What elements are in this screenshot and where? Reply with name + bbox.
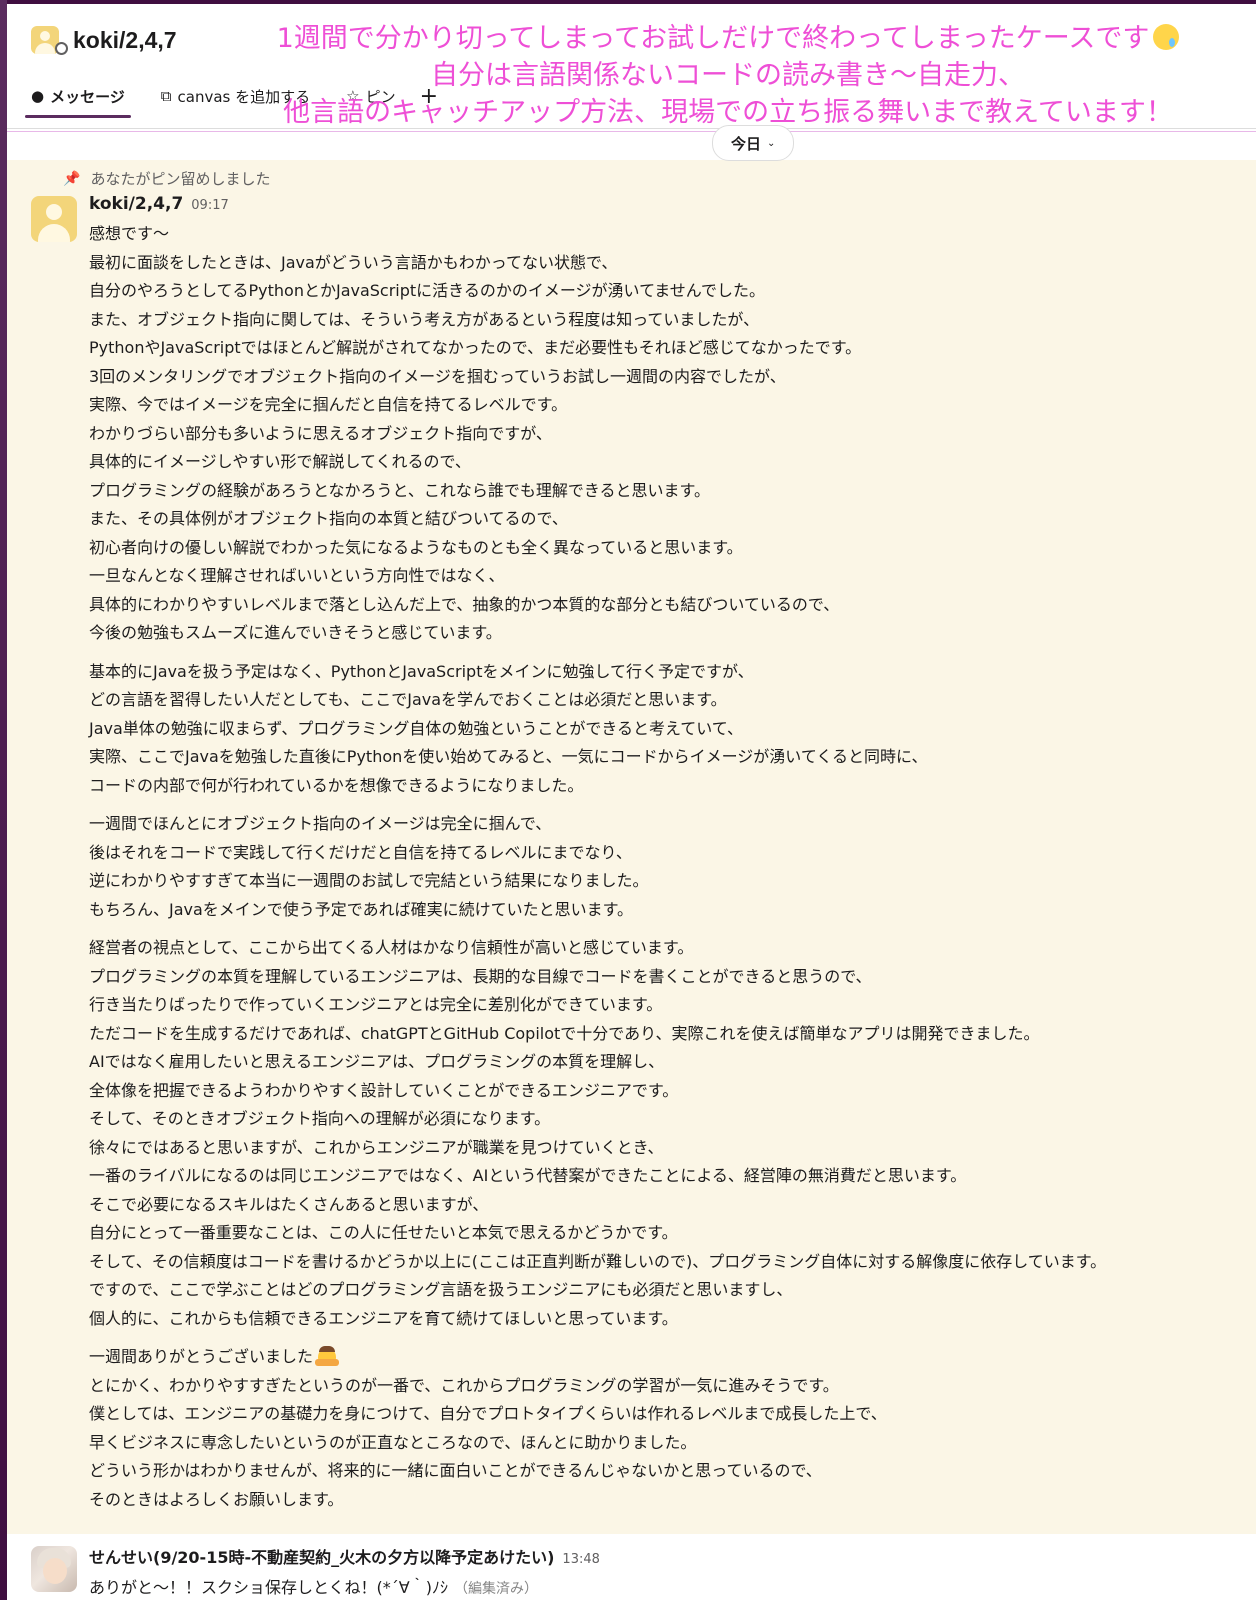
- message-line: 一週間ありがとうございました: [89, 1343, 1249, 1372]
- message-line: 後はそれをコードで実践して行くだけだと自信を持てるレベルにまでなり、: [89, 842, 632, 862]
- message-line: 具体的にわかりやすいレベルまで落とし込んだ上で、抽象的かつ本質的な部分とも結びつ…: [89, 594, 840, 614]
- pinned-notice-text: あなたがピン留めしました: [90, 170, 271, 188]
- message-line: 全体像を把握できるようわかりやすく設計していくことができるエンジニアです。: [89, 1080, 679, 1100]
- annotation-underline: [7, 131, 1256, 132]
- message-line: 実際、ここでJavaを勉強した直後にPythonを使い始めてみると、一気にコード…: [89, 747, 928, 766]
- message-line: 今後の勉強もスムーズに進んでいきそうと感じています。: [89, 623, 502, 642]
- message-line: Java単体の勉強に収まらず、プログラミング自体の勉強ということができると考えて…: [89, 718, 743, 738]
- message-paragraph: 一週間ありがとうございましたとにかく、わかりやすすぎたというのが一番で、これから…: [89, 1343, 1249, 1514]
- bowing-person-icon: [315, 1344, 340, 1366]
- channel-name[interactable]: koki/2,4,7: [73, 27, 177, 54]
- sender-avatar[interactable]: [31, 196, 77, 242]
- message-line: コードの内部で何が行われているかを想像できるようになりました。: [89, 775, 584, 795]
- header-divider: [7, 128, 1256, 129]
- message-line: 具体的にイメージしやすい形で解説してくれるので、: [89, 452, 471, 471]
- message-line: そのときはよろしくお願いします。: [89, 1489, 344, 1509]
- edited-label: （編集済み）: [453, 1581, 538, 1597]
- message-body: ありがと〜！！スクショ保存しとくね！(*´∀｀)ﾉｼ （編集済み）: [89, 1574, 538, 1598]
- message-line: そして、その信頼度はコードを書けるかどうか以上に(ここは正直判断が難しいので)、…: [89, 1251, 1107, 1271]
- sender-avatar[interactable]: [31, 1546, 77, 1592]
- message-line: また、その具体例がオブジェクト指向の本質と結びついてるので、: [89, 509, 568, 528]
- workspace-sidebar-edge: [0, 0, 7, 1600]
- message-line: 基本的にJavaを扱う予定はなく、PythonとJavaScriptをメインに勉…: [89, 661, 754, 681]
- message-line: そして、そのときオブジェクト指向への理解が必須になります。: [89, 1109, 551, 1128]
- message-line: もちろん、Javaをメインで使う予定であれば確実に続けていたと思います。: [89, 899, 634, 919]
- message-line: 僕としては、エンジニアの基礎力を身につけて、自分でプロトタイプくらいは作れるレベ…: [89, 1404, 887, 1423]
- message-header: koki/2,4,7 09:17: [89, 194, 229, 214]
- message-line: そこで必要になるスキルはたくさんあると思いますが、: [89, 1194, 489, 1214]
- message-text: ありがと〜！！スクショ保存しとくね！(*´∀｀)ﾉｼ: [89, 1578, 448, 1597]
- message-line: 一旦なんとなく理解させればいいという方向性ではなく、: [89, 566, 505, 585]
- message-line: 徐々にではあると思いますが、これからエンジニアが職業を見つけていくとき、: [89, 1137, 664, 1157]
- message-line: 経営者の視点として、ここから出てくる人材はかなり信頼性が高いと感じています。: [89, 938, 694, 957]
- message-paragraph: 基本的にJavaを扱う予定はなく、PythonとJavaScriptをメインに勉…: [89, 658, 1249, 801]
- pinned-notice: 📌 あなたがピン留めしました: [63, 168, 270, 189]
- message-line: 自分にとって一番重要なことは、この人に任せたいと本気で思えるかどうかです。: [89, 1223, 678, 1242]
- message-header: せんせい(9/20-15時-不動産契約_火木の夕方以降予定あけたい) 13:48: [89, 1544, 600, 1568]
- message-line: 実際、今ではイメージを完全に掴んだと自信を持てるレベルです。: [89, 395, 568, 414]
- message-line: 最初に面談をしたときは、Javaがどういう言語かもわかってない状態で、: [89, 252, 618, 272]
- message-line: プログラミングの本質を理解しているエンジニアは、長期的な目線でコードを書くことが…: [89, 966, 872, 986]
- message-line: わかりづらい部分も多いように思えるオブジェクト指向ですが、: [89, 423, 552, 443]
- message-line: AIではなく雇用したいと思えるエンジニアは、プログラミングの本質を理解し、: [89, 1052, 665, 1071]
- tab-add-canvas-label: canvas を追加する: [177, 87, 311, 106]
- message-item: せんせい(9/20-15時-不動産契約_火木の夕方以降予定あけたい) 13:48…: [7, 1534, 1256, 1600]
- tab-messages-label: メッセージ: [50, 87, 125, 106]
- tab-pins[interactable]: ☆ ピン: [340, 74, 401, 118]
- message-list: 📌 あなたがピン留めしました koki/2,4,7 09:17 感想です〜最初に…: [7, 160, 1256, 1534]
- tab-add-canvas[interactable]: ⧉ canvas を追加する: [155, 74, 316, 118]
- pin-icon: ☆: [346, 87, 360, 105]
- channel-title-row[interactable]: koki/2,4,7: [31, 22, 177, 58]
- sender-name[interactable]: koki/2,4,7: [89, 194, 183, 214]
- channel-tabs: ● メッセージ ⧉ canvas を追加する ☆ ピン +: [25, 74, 438, 118]
- message-line: 個人的に、これからも信頼できるエンジニアを育て続けてほしいと思っています。: [89, 1308, 678, 1328]
- channel-header: koki/2,4,7 ● メッセージ ⧉ canvas を追加する ☆ ピン +: [7, 4, 1256, 132]
- message-line: 一番のライバルになるのは同じエンジニアではなく、AIという代替案ができたことによ…: [89, 1166, 967, 1185]
- message-paragraph: 感想です〜最初に面談をしたときは、Javaがどういう言語かもわかってない状態で、…: [89, 220, 1249, 648]
- message-line: 早くビジネスに専念したいというのが正直なところなので、ほんとに助かりました。: [89, 1432, 697, 1452]
- sender-name[interactable]: せんせい(9/20-15時-不動産契約_火木の夕方以降予定あけたい): [89, 1544, 554, 1568]
- date-divider-button[interactable]: 今日 ⌄: [712, 125, 795, 161]
- message-line: 感想です〜: [89, 224, 170, 243]
- message-line: また、オブジェクト指向に関しては、そういう考え方があるという程度は知っていました…: [89, 309, 760, 329]
- message-line: とにかく、わかりやすすぎたというのが一番で、これからプログラミングの学習が一気に…: [89, 1375, 839, 1395]
- canvas-add-icon: ⧉: [160, 87, 172, 105]
- presence-status-icon: [55, 42, 68, 55]
- message-line: ですので、ここで学ぶことはどのプログラミング言語を扱うエンジニアにも必須だと思い…: [89, 1280, 793, 1299]
- message-line: PythonやJavaScriptではほとんど解説がされてなかったので、まだ必要…: [89, 338, 862, 357]
- message-paragraph: 一週間でほんとにオブジェクト指向のイメージは完全に掴んで、後はそれをコードで実践…: [89, 810, 1249, 924]
- chevron-down-icon: ⌄: [767, 137, 776, 149]
- message-line: 逆にわかりやすすぎて本当に一週間のお試しで完結という結果になりました。: [89, 871, 649, 890]
- pin-icon: 📌: [63, 170, 81, 187]
- message-line: 自分のやろうとしてるPythonとかJavaScriptに活きるのかのイメージが…: [89, 281, 765, 300]
- message-line: 行き当たりばったりで作っていくエンジニアとは完全に差別化ができています。: [89, 995, 663, 1014]
- message-bubble-icon: ●: [31, 87, 45, 105]
- message-line: ただコードを生成するだけであれば、chatGPTとGitHub Copilotで…: [89, 1023, 1040, 1043]
- message-line: プログラミングの経験があろうとなかろうと、これなら誰でも理解できると思います。: [89, 480, 710, 500]
- date-label: 今日: [731, 134, 762, 153]
- message-line: 3回のメンタリングでオブジェクト指向のイメージを掴むっていうお試し一週間の内容で…: [89, 366, 786, 386]
- message-line: 初心者向けの優しい解説でわかった気になるようなものとも全く異なっていると思います…: [89, 537, 743, 557]
- message-paragraph: 経営者の視点として、ここから出てくる人材はかなり信頼性が高いと感じています。プロ…: [89, 934, 1249, 1333]
- message-line: どの言語を習得したい人だとしても、ここでJavaを学んでおくことは必須だと思いま…: [89, 690, 727, 709]
- message-line: 一週間でほんとにオブジェクト指向のイメージは完全に掴んで、: [89, 814, 552, 833]
- tab-messages[interactable]: ● メッセージ: [25, 74, 131, 118]
- message-timestamp[interactable]: 13:48: [562, 1552, 599, 1567]
- message-timestamp[interactable]: 09:17: [191, 198, 228, 213]
- tab-pins-label: ピン: [365, 87, 396, 106]
- add-tab-button[interactable]: +: [420, 84, 438, 109]
- message-line: どういう形かはわかりませんが、将来的に一緒に面白いことができるんじゃないかと思っ…: [89, 1461, 822, 1480]
- message-body: 感想です〜最初に面談をしたときは、Javaがどういう言語かもわかってない状態で、…: [89, 220, 1249, 1524]
